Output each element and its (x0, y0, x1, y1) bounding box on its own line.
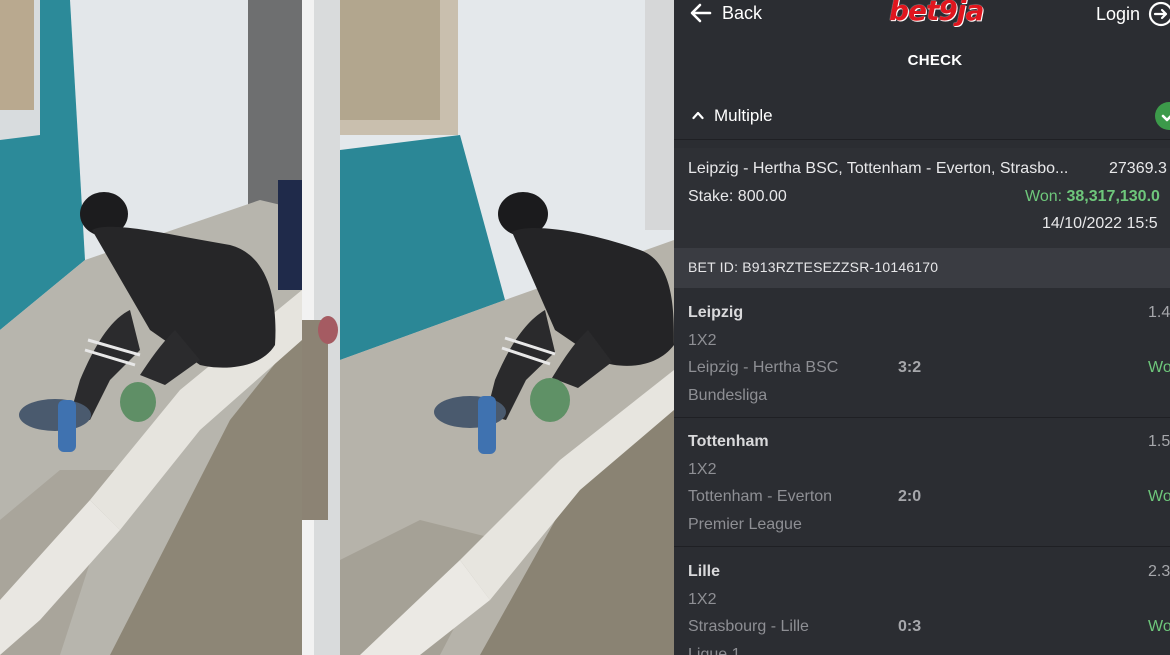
selection-market: 1X2 (688, 332, 717, 349)
bet-type-toggle[interactable]: Multiple (674, 92, 1170, 140)
stake: Stake: 800.00 (688, 188, 787, 205)
bet-date: 14/10/2022 15:5 (1042, 215, 1158, 232)
bet-type-label: Multiple (714, 106, 773, 125)
top-bar: Back bet9ja Login (674, 0, 1170, 30)
bet-id-bar: BET ID: B913RZTESEZZSR-10146170 (674, 248, 1170, 288)
selection-league: Bundesliga (688, 387, 768, 404)
selection-match: Tottenham - Everton (688, 488, 833, 505)
selection-match: Leipzig - Hertha BSC (688, 359, 839, 376)
selection-odd: 1.5 (1148, 433, 1170, 450)
bet9ja-logo[interactable]: bet9ja (889, 0, 984, 27)
selection-item: Leipzig 1.4 1X2 Leipzig - Hertha BSC 3:2… (674, 290, 1170, 418)
won-prefix: Won: (1025, 188, 1067, 205)
selection-league: Ligue 1 (688, 646, 741, 655)
selection-league: Premier League (688, 516, 802, 533)
photo-right (340, 0, 674, 655)
total-odds: 27369.3 (1109, 160, 1167, 177)
selection-item: Tottenham 1.5 1X2 Tottenham - Everton 2:… (674, 419, 1170, 547)
photo-left (0, 0, 302, 655)
selection-odd: 2.3 (1148, 563, 1170, 580)
selection-score: 0:3 (898, 618, 922, 635)
chevron-up-icon (692, 111, 704, 120)
login-button[interactable]: Login (1096, 1, 1170, 27)
back-arrow-icon (690, 3, 712, 23)
photo-divider (302, 0, 340, 655)
selection-pick: Tottenham (688, 433, 769, 450)
selection-score: 2:0 (898, 488, 922, 505)
won-amount: 38,317,130.0 (1066, 188, 1160, 205)
winnings: Won: 38,317,130.0 (1025, 188, 1160, 206)
selection-score: 3:2 (898, 359, 922, 376)
selection-result: Wo (1148, 488, 1170, 505)
back-label: Back (722, 2, 763, 23)
selection-match: Strasbourg - Lille (688, 618, 809, 635)
selection-market: 1X2 (688, 591, 717, 608)
selection-result: Wo (1148, 359, 1170, 376)
selection-market: 1X2 (688, 461, 717, 478)
selection-result: Wo (1148, 618, 1170, 635)
selection-odd: 1.4 (1148, 304, 1170, 321)
check-icon (1161, 114, 1170, 122)
status-badge (1155, 102, 1170, 130)
events-summary: Leipzig - Hertha BSC, Tottenham - Everto… (688, 160, 1069, 177)
photo-collage (0, 0, 674, 655)
bet-id: BET ID: B913RZTESEZZSR-10146170 (688, 259, 939, 275)
selection-pick: Leipzig (688, 304, 744, 321)
selection-item: Lille 2.3 1X2 Strasbourg - Lille 0:3 Wo … (674, 549, 1170, 655)
bet-summary: Leipzig - Hertha BSC, Tottenham - Everto… (674, 148, 1170, 248)
selection-pick: Lille (688, 563, 721, 580)
login-icon (1148, 1, 1170, 27)
login-label: Login (1096, 3, 1141, 24)
bet-check-panel: Back bet9ja Login CHECK Multiple Leipzig… (674, 0, 1170, 655)
page-title: CHECK (907, 52, 963, 69)
back-button[interactable]: Back (690, 1, 762, 25)
